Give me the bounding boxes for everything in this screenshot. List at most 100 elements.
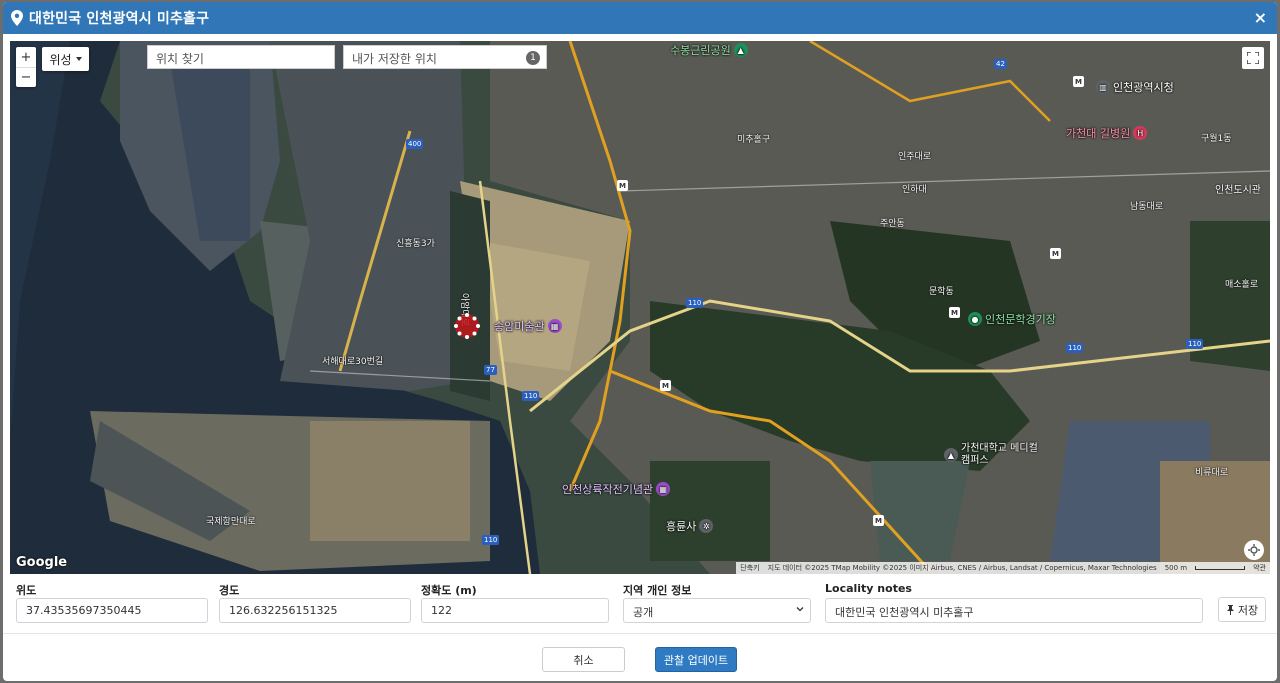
map-pin-icon xyxy=(11,10,23,26)
metro-icon: M xyxy=(1073,76,1084,87)
modal-title: 대한민국 인천광역시 미추홀구 xyxy=(29,11,210,27)
location-search-input[interactable]: 위치 찾기 xyxy=(147,45,335,69)
locality-label: Locality notes xyxy=(825,582,912,595)
road-shield: 42 xyxy=(994,59,1007,69)
poi-memorial[interactable]: 인천상륙작전기념관 ▦ xyxy=(562,481,671,497)
saved-locations-placeholder: 내가 저장한 위치 xyxy=(352,52,437,66)
poi-label: 인천광역시청 xyxy=(1113,81,1174,94)
poi-museum[interactable]: 송암미술관 ▦ xyxy=(494,318,562,334)
scale-bar xyxy=(1195,566,1246,570)
locality-group: Locality notes 대한민국 인천광역시 미추홀구 xyxy=(825,582,1203,623)
map-label: 비류대로 xyxy=(1195,468,1229,478)
road-shield: 77 xyxy=(484,365,497,375)
road-shield: 110 xyxy=(522,391,540,401)
saved-count-badge: 1 xyxy=(526,51,540,65)
park-icon: ▲ xyxy=(733,43,748,57)
terms-link[interactable]: 약관 xyxy=(1253,563,1266,573)
map-view[interactable]: + − 위성 위치 찾기 내가 저장한 위치 1 400 110 110 110… xyxy=(10,41,1270,574)
fullscreen-icon[interactable] xyxy=(1242,47,1264,69)
map-label: 미추홀구 xyxy=(737,135,771,145)
latitude-input[interactable]: 37.43535697350445 xyxy=(16,598,208,623)
metro-icon: M xyxy=(873,515,884,526)
zoom-in-button[interactable]: + xyxy=(16,47,36,67)
poi-label: 인천문학경기장 xyxy=(985,313,1056,326)
modal-header: 대한민국 인천광역시 미추홀구 × xyxy=(3,2,1277,34)
metro-icon: M xyxy=(660,380,671,391)
my-location-icon[interactable] xyxy=(1244,540,1264,560)
location-modal: 대한민국 인천광역시 미추홀구 × + − 위성 위치 찾기 내가 저장한 위치… xyxy=(3,2,1277,681)
metro-icon: M xyxy=(1050,248,1061,259)
poi-label: 송암미술관 xyxy=(494,320,545,333)
latitude-group: 위도 37.43535697350445 xyxy=(16,582,208,623)
update-observation-button[interactable]: 관찰 업데이트 xyxy=(655,647,737,672)
poi-university[interactable]: ▲ 가천대학교 메디컬캠퍼스 xyxy=(944,443,1045,467)
location-marker-icon[interactable] xyxy=(453,312,481,340)
zoom-control: + − xyxy=(16,47,36,87)
map-label: 인하대 xyxy=(902,185,927,195)
saved-locations-input[interactable]: 내가 저장한 위치 1 xyxy=(343,45,547,69)
building-icon: ▥ xyxy=(1096,80,1110,94)
longitude-input[interactable]: 126.632256151325 xyxy=(219,598,411,623)
accuracy-group: 정확도 (m) 122 xyxy=(421,582,609,623)
longitude-label: 경도 xyxy=(219,584,240,597)
modal-footer: 취소 관찰 업데이트 xyxy=(3,633,1277,681)
stadium-icon: ● xyxy=(968,312,982,326)
poi-city-hall[interactable]: ▥ 인천광역시청 xyxy=(1096,79,1174,95)
map-label: 문학동 xyxy=(929,287,954,297)
map-label: 서해대로30번길 xyxy=(322,357,384,367)
pin-icon xyxy=(1226,604,1234,615)
metro-icon: M xyxy=(617,180,628,191)
poi-label: 수봉근린공원 xyxy=(670,44,731,57)
map-label: 인천도시관 xyxy=(1215,185,1261,196)
map-label: 남동대로 xyxy=(1130,202,1164,212)
map-label: 주안동 xyxy=(880,219,905,229)
privacy-selected: 공개 xyxy=(633,606,654,619)
google-logo: Google xyxy=(16,555,68,570)
temple-icon: ✲ xyxy=(699,519,714,533)
map-label: 인주대로 xyxy=(898,152,932,162)
road-shield: 110 xyxy=(1066,343,1084,353)
poi-park[interactable]: 수봉근린공원 ▲ xyxy=(670,42,748,58)
road-shield: 110 xyxy=(482,535,500,545)
poi-temple[interactable]: 흥륜사 ✲ xyxy=(666,518,714,534)
keyboard-shortcuts-link[interactable]: 단축키 xyxy=(740,563,759,573)
privacy-select[interactable]: 공개 xyxy=(623,598,811,623)
poi-label: 가천대학교 메디컬캠퍼스 xyxy=(961,443,1038,466)
poi-hospital[interactable]: 가천대 길병원 H xyxy=(1066,125,1148,141)
road-shield: 400 xyxy=(406,139,424,149)
privacy-label: 지역 개인 정보 xyxy=(623,584,692,597)
museum-icon: ▦ xyxy=(656,482,671,496)
locality-input[interactable]: 대한민국 인천광역시 미추홀구 xyxy=(825,598,1203,623)
close-icon[interactable]: × xyxy=(1254,8,1267,27)
accuracy-label: 정확도 (m) xyxy=(421,584,477,597)
poi-label: 흥륜사 xyxy=(666,520,697,533)
cancel-button[interactable]: 취소 xyxy=(542,647,625,672)
map-data-credit: 지도 데이터 ©2025 TMap Mobility ©2025 이미지 Air… xyxy=(767,564,1157,572)
museum-icon: ▦ xyxy=(547,319,562,333)
map-label: 신흥동3가 xyxy=(396,239,435,249)
zoom-out-button[interactable]: − xyxy=(16,67,36,87)
chevron-down-icon xyxy=(796,607,804,612)
scale-label: 500 m xyxy=(1164,564,1188,572)
poi-stadium[interactable]: ● 인천문학경기장 xyxy=(968,311,1056,327)
map-label: 국제항만대로 xyxy=(206,517,256,527)
map-type-button[interactable]: 위성 xyxy=(42,47,89,71)
poi-label: 인천상륙작전기념관 xyxy=(562,483,654,496)
road-shield: 110 xyxy=(1186,339,1204,349)
metro-icon: M xyxy=(949,307,960,318)
save-location-button[interactable]: 저장 xyxy=(1218,597,1266,622)
longitude-group: 경도 126.632256151325 xyxy=(219,582,411,623)
map-label: 매소홀로 xyxy=(1225,280,1259,290)
map-type-label: 위성 xyxy=(49,52,72,67)
hospital-icon: H xyxy=(1133,126,1148,140)
save-location-label: 저장 xyxy=(1237,603,1259,617)
map-label: 구월1동 xyxy=(1201,134,1232,144)
location-form: 위도 37.43535697350445 경도 126.632256151325… xyxy=(16,582,1266,630)
school-icon: ▲ xyxy=(944,448,958,462)
map-attribution: 단축키 지도 데이터 ©2025 TMap Mobility ©2025 이미지… xyxy=(736,562,1270,574)
road-shield: 110 xyxy=(686,298,704,308)
accuracy-input[interactable]: 122 xyxy=(421,598,609,623)
poi-label: 가천대 길병원 xyxy=(1066,127,1131,140)
caret-down-icon xyxy=(75,57,82,61)
privacy-group: 지역 개인 정보 공개 xyxy=(623,582,811,623)
